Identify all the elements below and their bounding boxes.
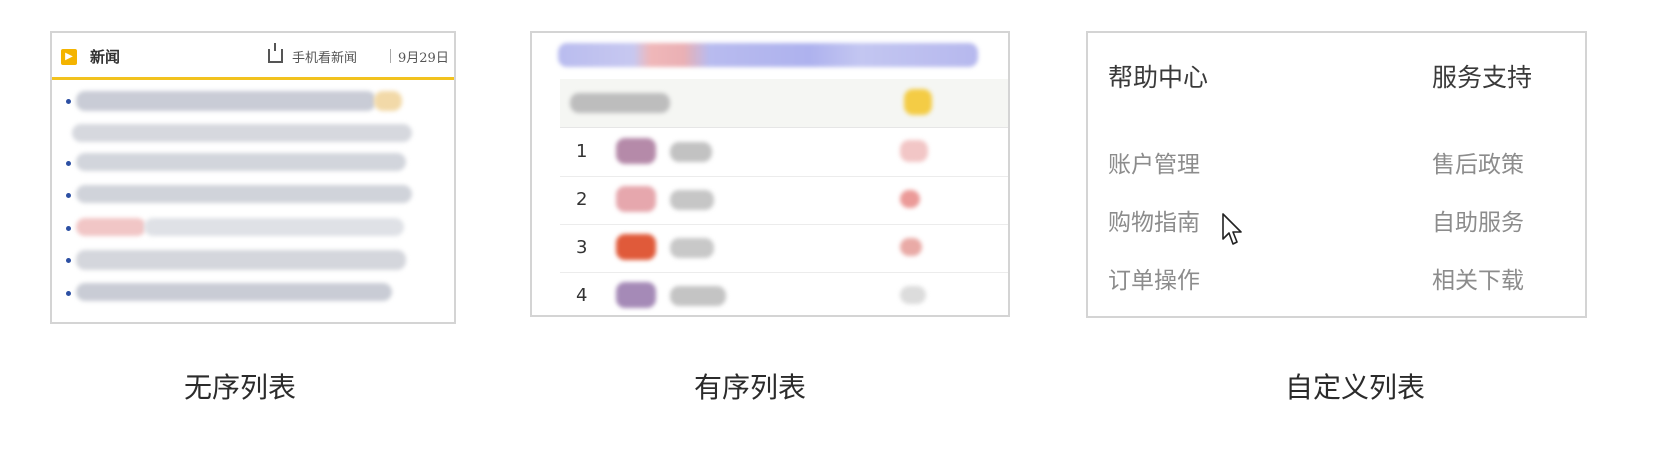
ranking-row[interactable]: 3 <box>560 224 1008 273</box>
mobile-news-link[interactable]: 手机看新闻 <box>292 47 357 66</box>
related-downloads-link[interactable]: 相关下载 <box>1432 261 1524 295</box>
download-icon[interactable] <box>268 43 283 63</box>
ranking-title <box>558 43 978 67</box>
bullet-icon <box>66 226 71 231</box>
divider <box>390 49 391 63</box>
rank-number: 4 <box>576 285 588 306</box>
help-center-heading: 帮助中心 <box>1108 63 1209 92</box>
rank-number: 3 <box>576 237 588 258</box>
mouse-pointer-icon <box>1222 213 1242 245</box>
bullet-icon <box>66 291 71 296</box>
ranking-row[interactable]: 1 <box>560 128 1008 177</box>
rank-number: 1 <box>576 141 588 162</box>
bullet-icon <box>66 99 71 104</box>
bullet-icon <box>66 193 71 198</box>
caption-unordered-list: 无序列表 <box>183 371 296 404</box>
news-list-panel: ▶ 新闻 手机看新闻 9月29日 <box>50 31 456 324</box>
order-operations-link[interactable]: 订单操作 <box>1108 261 1200 295</box>
ranking-row[interactable]: 2 <box>560 176 1008 225</box>
account-management-link[interactable]: 账户管理 <box>1108 145 1200 179</box>
bullet-icon <box>66 161 71 166</box>
rank-number: 2 <box>576 189 588 210</box>
ranking-row[interactable]: 4 <box>560 272 1008 315</box>
shopping-guide-link[interactable]: 购物指南 <box>1108 203 1200 237</box>
news-header: ▶ 新闻 手机看新闻 9月29日 <box>52 33 454 80</box>
caption-custom-list: 自定义列表 <box>1284 371 1425 404</box>
news-date: 9月29日 <box>398 51 449 66</box>
news-title: 新闻 <box>90 48 121 66</box>
service-support-heading: 服务支持 <box>1432 63 1533 92</box>
help-center-panel: 帮助中心 服务支持 账户管理 购物指南 订单操作 售后政策 自助服务 相关下载 <box>1086 31 1587 318</box>
ranking-list-panel: 1 2 3 4 <box>530 31 1010 317</box>
ranking-header-row <box>560 79 1008 128</box>
play-badge-icon: ▶ <box>61 49 77 65</box>
self-service-link[interactable]: 自助服务 <box>1432 203 1524 237</box>
after-sales-policy-link[interactable]: 售后政策 <box>1432 145 1524 179</box>
bullet-icon <box>66 258 71 263</box>
caption-ordered-list: 有序列表 <box>693 371 806 404</box>
